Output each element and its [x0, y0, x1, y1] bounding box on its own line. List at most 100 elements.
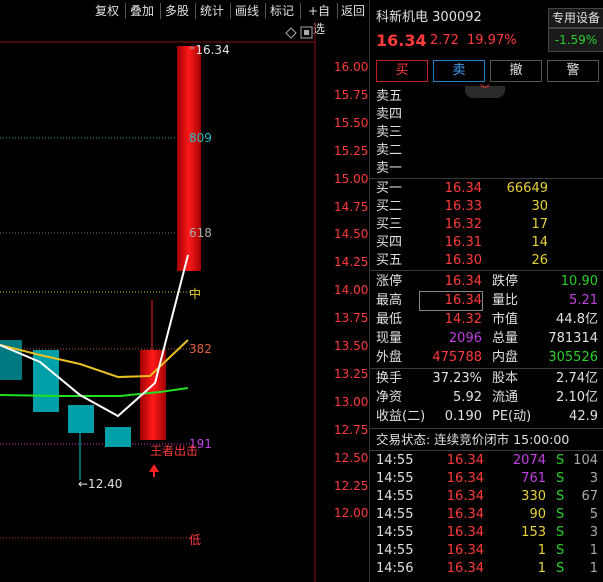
sell-level-label: 卖二	[376, 143, 403, 158]
tick-count: 3	[589, 525, 598, 540]
buy-level-volume: 17	[531, 217, 548, 232]
divider	[370, 428, 603, 429]
stat-value: 5.21	[569, 293, 598, 308]
min-price-label: ←12.40	[78, 477, 123, 491]
signal-annotation: 王者出击	[150, 444, 199, 458]
fundamental-label: 换手	[376, 371, 403, 386]
toolbar-mark-button[interactable]: 标记	[267, 2, 297, 20]
buy-level-price: 16.32	[444, 217, 482, 232]
level-label-mid: 中	[189, 287, 202, 301]
tick-volume: 1	[537, 561, 546, 576]
buy-level-volume: 30	[531, 199, 548, 214]
candle[interactable]	[105, 427, 131, 447]
tick-volume: 761	[521, 471, 546, 486]
collapse-toggle-icon[interactable]: ︾	[465, 86, 505, 98]
stock-name: 科新机电	[376, 10, 429, 25]
sell-button[interactable]: 卖	[433, 60, 485, 82]
toolbar-overlay-button[interactable]: 叠加	[127, 2, 157, 20]
y-axis-tick-label: 16.00	[334, 60, 369, 74]
stat-label: 内盘	[492, 350, 519, 365]
stat-label: 总量	[492, 331, 519, 346]
tick-side: S	[556, 543, 565, 558]
y-axis-tick-label: 14.50	[334, 227, 369, 242]
sell-level-label: 卖四	[376, 107, 403, 122]
buy-level-label: 买五	[376, 253, 403, 268]
fundamental-label: 股本	[492, 371, 519, 386]
level-label-top: ⁼16.34	[189, 43, 230, 57]
divider	[370, 178, 603, 179]
tick-count: 1	[589, 543, 598, 558]
stat-label: 外盘	[376, 350, 403, 365]
stat-value: 2096	[448, 331, 482, 346]
tick-count: 67	[581, 489, 598, 504]
toolbar-separator	[195, 3, 196, 19]
stat-value: 10.90	[560, 274, 598, 289]
price-change: 2.72	[430, 33, 459, 48]
tick-price: 16.34	[446, 543, 484, 558]
tick-price: 16.34	[446, 489, 484, 504]
buy-level-volume: 66649	[506, 181, 548, 196]
stat-value: 16.34	[419, 291, 483, 311]
tick-time: 14:56	[376, 561, 414, 576]
sell-level-label: 卖一	[376, 161, 403, 176]
buy-level-label: 买四	[376, 235, 403, 250]
current-price: 16.34	[376, 31, 427, 50]
y-axis-tick-label: 12.50	[334, 450, 369, 465]
toolbar-fuquan-button[interactable]: 复权	[92, 2, 122, 20]
tick-volume: 90	[529, 507, 546, 522]
buy-level-price: 16.33	[444, 199, 482, 214]
fundamental-label: PE(动)	[492, 409, 532, 424]
buy-level-volume: 26	[531, 253, 548, 268]
buy-level-label: 买三	[376, 217, 403, 232]
toolbar-back-button[interactable]: 返回	[339, 2, 367, 20]
y-axis-tick-label: 14.25	[334, 255, 369, 270]
level-label-low: 低	[189, 533, 202, 547]
price-change-pct: 19.97%	[467, 33, 517, 48]
kline-chart[interactable]: ⁼16.34 809 618 中 382 191 低 ←12.40 王者出击 1…	[0, 22, 369, 582]
divider	[370, 368, 603, 369]
tick-count: 5	[589, 507, 598, 522]
stat-value: 44.8亿	[556, 312, 598, 327]
kline-svg	[0, 22, 316, 582]
stat-label: 最低	[376, 312, 403, 327]
alert-button[interactable]: 警	[547, 60, 599, 82]
buy-level-price: 16.34	[444, 181, 482, 196]
tick-count: 3	[589, 471, 598, 486]
toolbar-stats-button[interactable]: 统计	[197, 2, 227, 20]
tick-count: 104	[573, 453, 598, 468]
tick-volume: 2074	[512, 453, 546, 468]
stat-value: 305526	[548, 350, 598, 365]
toolbar-draw-line-button[interactable]: 画线	[232, 2, 262, 20]
stat-label: 现量	[376, 331, 403, 346]
toolbar-separator	[160, 3, 161, 19]
y-axis-tick-label: 13.75	[334, 311, 369, 326]
y-axis-tick-label: 13.50	[334, 339, 369, 353]
buy-level-price: 16.30	[444, 253, 482, 268]
buy-button[interactable]: 买	[376, 60, 428, 82]
tick-price: 16.34	[446, 471, 484, 486]
toolbar-separator	[337, 3, 338, 19]
cancel-order-button[interactable]: 撤	[490, 60, 542, 82]
fundamental-value: 2.10亿	[556, 390, 598, 405]
toolbar-separator	[125, 3, 126, 19]
stat-label: 量比	[492, 293, 519, 308]
candle[interactable]	[68, 405, 94, 433]
stat-value: 14.32	[444, 312, 482, 327]
fundamental-value: 0.190	[444, 409, 482, 424]
y-axis-tick-label: 14.75	[334, 199, 369, 214]
buy-level-label: 买一	[376, 181, 403, 196]
trade-status: 交易状态: 连续竞价闭市 15:00:00	[376, 432, 570, 447]
sector-button[interactable]: 专用设备	[548, 8, 603, 28]
chart-toolbar: 复权 叠加 多股 统计 画线 标记 +自选 返回	[0, 0, 369, 36]
stat-label: 市值	[492, 312, 519, 327]
toolbar-multi-stock-button[interactable]: 多股	[162, 2, 192, 20]
divider	[370, 450, 603, 451]
fundamental-label: 流通	[492, 390, 519, 405]
tick-side: S	[556, 489, 565, 504]
sell-level-label: 卖三	[376, 125, 403, 140]
toolbar-add-watchlist-button[interactable]: +自选	[302, 2, 336, 36]
quote-panel: 科新机电 300092 16.34 2.72 19.97% 专用设备 -1.59…	[369, 0, 603, 582]
y-axis-tick-label: 12.25	[334, 478, 369, 493]
tick-time: 14:55	[376, 507, 414, 522]
diamond-icon[interactable]	[285, 27, 297, 39]
